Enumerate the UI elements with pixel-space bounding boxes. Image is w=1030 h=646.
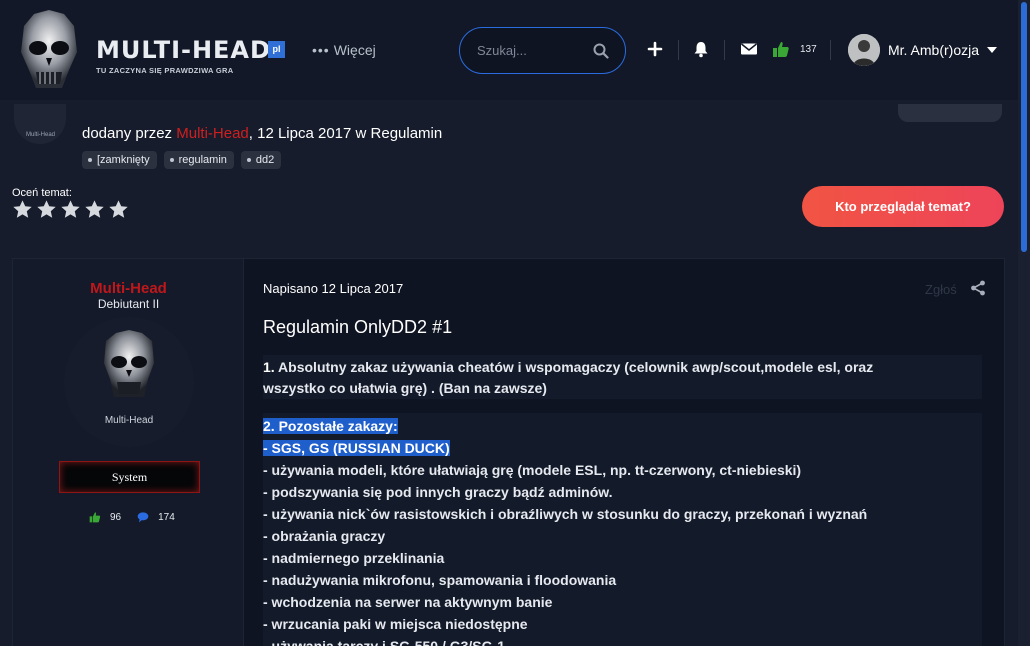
header-divider [830,40,831,60]
author-stats: 96 174 [89,511,175,523]
byline-prefix: dodany przez [82,125,177,142]
page-scrollbar[interactable] [1018,0,1030,646]
rule-2-item: - SGS, GS (RUSSIAN DUCK) [263,440,450,456]
rule-2-item: - podszywania się pod innych graczy bądź… [263,484,613,500]
comment-icon [137,512,149,523]
like-count[interactable]: 137 [800,44,817,55]
post-card: Multi-Head Debiutant II Multi-Head Syste… [12,258,1005,646]
tag-zamkniety[interactable]: [zamknięty [82,151,157,169]
star-icon[interactable] [84,199,105,220]
rule-2-item: - nadużywania mikrofonu, spamowania i fl… [263,572,617,588]
rule-1-text: Absolutny zakaz używania cheatów i wspom… [274,359,874,375]
topic-byline: dodany przez Multi-Head, 12 Lipca 2017 w… [82,125,442,142]
author-posts-count: 174 [158,511,175,523]
post-author-avatar[interactable]: Multi-Head [64,317,194,447]
tag-regulamin[interactable]: regulamin [163,151,234,169]
byline-suffix: , 12 Lipca 2017 w Regulamin [248,125,443,142]
thumbs-up-icon [89,512,101,523]
user-avatar[interactable] [848,34,880,66]
topic-tags: [zamknięty regulamin dd2 [82,151,282,169]
post-avatar-label: Multi-Head [104,415,154,426]
topic-avatar-label: Multi-Head [26,132,56,138]
site-header: MULTI-HEAD pl TU ZACZYNA SIĘ PRAWDZIWA G… [0,0,1030,100]
rule-2-heading: 2. Pozostałe zakazy: [263,418,398,434]
rule-2-item: - używania nick`ów rasistowskich i obraź… [263,506,868,522]
topic-author-link[interactable]: Multi-Head [176,125,249,142]
header-divider [724,40,725,60]
search-input[interactable]: Szukaj... [477,43,527,58]
rule-2-item: - nadmiernego przeklinania [263,550,445,566]
star-icon[interactable] [36,199,57,220]
tag-dd2[interactable]: dd2 [240,151,282,169]
more-dots-icon: ••• [312,42,330,58]
header-divider [678,40,679,60]
star-rating[interactable] [12,199,129,220]
rule-2-item: - wchodzenia na serwer na aktywnym banie [263,594,553,610]
rule-2-block: 2. Pozostałe zakazy: - SGS, GS (RUSSIAN … [263,413,982,646]
rule-1-block: 1. Absolutny zakaz używania cheatów i ws… [263,355,982,399]
post-author-name[interactable]: Multi-Head [13,280,244,297]
envelope-icon[interactable] [740,40,758,58]
plus-icon[interactable] [646,40,664,58]
star-icon[interactable] [12,199,33,220]
skull-avatar-icon [104,330,154,397]
scrollbar-thumb[interactable] [1021,2,1027,252]
more-menu-label: Więcej [333,42,376,58]
user-menu-name[interactable]: Mr. Amb(r)ozja [888,42,979,58]
logo-tagline: TU ZACZYNA SIĘ PRAWDZIWA GRA [96,66,234,75]
author-likes-count: 96 [110,511,122,523]
post-title: Regulamin OnlyDD2 #1 [263,317,453,337]
rule-1-text-cont: wszystko co ułatwia grę) . (Ban na zawsz… [263,380,547,396]
rule-1-number: 1. [263,359,275,375]
skull-logo-icon[interactable] [14,8,84,94]
logo-wordmark[interactable]: MULTI-HEAD [96,36,271,64]
more-menu[interactable]: ••• Więcej [312,42,376,58]
chevron-down-icon[interactable] [987,47,997,53]
post-author-rank: Debiutant II [97,297,160,311]
rule-2-item: - obrażania graczy [263,528,386,544]
group-badge: System [59,461,200,493]
topic-author-avatar[interactable]: Multi-Head [14,104,66,144]
post-date[interactable]: Napisano 12 Lipca 2017 [263,281,403,296]
share-icon[interactable] [970,280,986,296]
search-box[interactable]: Szukaj... [459,27,626,74]
rule-2-item: - używania tarczy i SG-550 / G3/SG-1 [263,638,505,646]
topic-follow-button[interactable] [898,104,1002,122]
search-icon[interactable] [593,43,609,59]
star-icon[interactable] [60,199,81,220]
bell-icon[interactable] [692,40,710,58]
post-author-panel: Multi-Head Debiutant II Multi-Head Syste… [13,259,244,646]
rule-2-item: - wrzucania paki w miejsca niedostępne [263,616,528,632]
who-viewed-topic-button[interactable]: Kto przeglądał temat? [802,186,1004,227]
rate-topic-label: Oceń temat: [12,187,72,199]
report-link[interactable]: Zgłoś [925,282,957,297]
thumbs-up-icon[interactable] [772,40,790,58]
star-icon[interactable] [108,199,129,220]
rule-2-item: - używania modeli, które ułatwiają grę (… [263,462,802,478]
logo-domain-badge: pl [268,41,285,58]
